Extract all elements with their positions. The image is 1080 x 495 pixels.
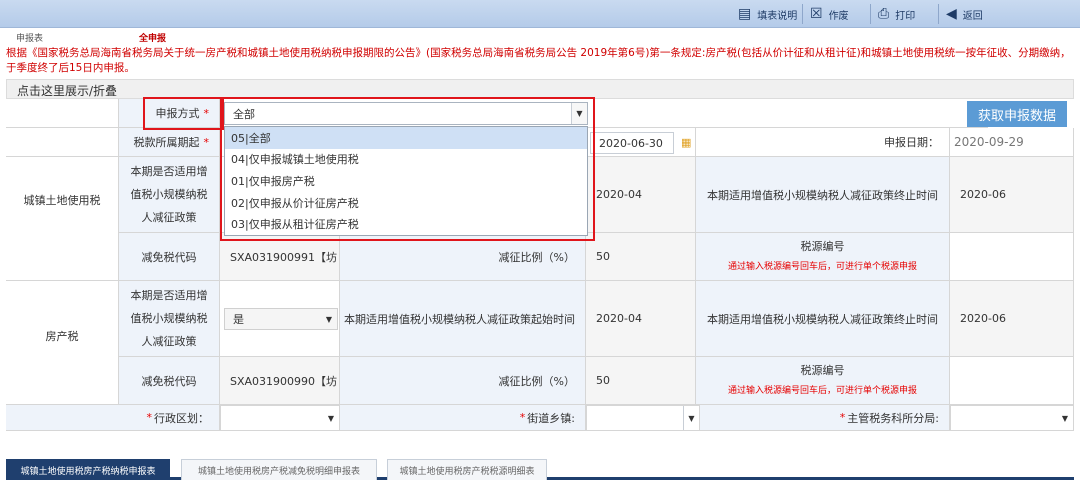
tax-source-hint: 通过输入税源编号回车后，可进行单个税源申报: [727, 261, 917, 272]
house-policy-start-value: 2020-04: [586, 281, 696, 357]
tax-office-select[interactable]: ▼: [950, 405, 1074, 431]
back-button[interactable]: ◀ 返回: [946, 4, 983, 24]
fetch-declaration-data-button[interactable]: 获取申报数据: [967, 101, 1067, 127]
small-scale-value: 是: [233, 313, 244, 326]
land-tax-source-input[interactable]: [950, 233, 1074, 281]
print-label: 打印: [895, 10, 916, 22]
house-tax-source-label-cell: 税源编号 通过输入税源编号回车后，可进行单个税源申报: [696, 357, 950, 405]
chevron-down-icon: ▼: [323, 406, 339, 430]
house-exempt-code-label: 减免税代码: [119, 357, 220, 405]
small-scale-label-line3: 人减征政策: [141, 211, 197, 224]
blank-cell: [6, 128, 119, 157]
land-policy-end-label: 本期适用增值税小规模纳税人减征政策终止时间: [696, 157, 950, 233]
expand-collapse-toggle[interactable]: 点击这里展示/折叠: [6, 79, 1074, 99]
period-label: 税款所属期起: [133, 136, 200, 149]
house-small-scale-select[interactable]: 是 ▼: [224, 308, 338, 330]
period-end-date-input[interactable]: 2020-06-30: [590, 132, 674, 154]
house-reduce-ratio-value: 50: [586, 357, 696, 405]
chevron-down-icon: ▼: [683, 406, 699, 430]
house-policy-start-label: 本期适用增值税小规模纳税人减征政策起始时间: [340, 281, 586, 357]
declare-date-label: 申报日期：: [884, 136, 939, 149]
chevron-down-icon: ▼: [1057, 406, 1073, 430]
back-arrow-icon: ◀: [946, 6, 957, 22]
instructions-button[interactable]: ▤ 填表说明: [738, 4, 797, 24]
bottom-tab-bar: 城镇土地使用税房产税纳税申报表 城镇土地使用税房产税减免税明细申报表 城镇土地使…: [6, 456, 1074, 480]
blank-cell: [6, 99, 119, 128]
tax-office-label: 主管税务科所分局:: [847, 411, 939, 425]
required-mark: *: [839, 411, 846, 424]
tab-exemption-detail[interactable]: 城镇土地使用税房产税减免税明细申报表: [181, 459, 377, 480]
tax-source-label: 税源编号: [800, 363, 845, 377]
small-scale-label-line2: 值税小规模纳税: [130, 312, 208, 325]
toolbar-divider: [870, 4, 871, 24]
report-tab[interactable]: 申报表: [16, 31, 43, 44]
house-exempt-code-value[interactable]: SXA031900990【坊: [220, 357, 340, 405]
tab-tax-return[interactable]: 城镇土地使用税房产税纳税申报表: [6, 459, 170, 480]
calendar-icon[interactable]: ▦: [681, 136, 691, 149]
house-policy-end-label: 本期适用增值税小规模纳税人减征政策终止时间: [696, 281, 950, 357]
dropdown-option[interactable]: 04|仅申报城镇土地使用税: [225, 149, 587, 171]
land-exempt-code-label: 减免税代码: [119, 233, 220, 281]
print-button[interactable]: ⎙ 打印: [878, 4, 915, 24]
house-reduce-ratio-label: 减征比例（%）: [340, 357, 586, 405]
small-scale-label-line3: 人减征政策: [141, 335, 197, 348]
declare-method-select[interactable]: 全部 ▼: [224, 102, 588, 125]
policy-notice: 根据《国家税务总局海南省税务局关于统一房产税和城镇土地使用税纳税申报期限的公告》…: [6, 47, 1071, 74]
print-icon: ⎙: [878, 6, 890, 22]
land-tax-label: 城镇土地使用税: [6, 157, 119, 281]
region-label-cell: * 行政区划：: [6, 405, 220, 431]
tax-source-hint: 通过输入税源编号回车后，可进行单个税源申报: [727, 385, 917, 396]
required-mark: *: [519, 411, 526, 424]
house-tax-source-input[interactable]: [950, 357, 1074, 405]
dropdown-option[interactable]: 05|全部: [225, 127, 587, 149]
small-scale-label-line1: 本期是否适用增: [130, 289, 208, 302]
back-label: 返回: [962, 10, 983, 22]
all-report-tab[interactable]: 全申报: [139, 31, 166, 44]
land-small-scale-label: 本期是否适用增 值税小规模纳税 人减征政策: [119, 157, 220, 233]
land-policy-start-value: 2020-04: [586, 157, 696, 233]
void-button[interactable]: ☒ 作废: [810, 4, 849, 24]
street-label: 街道乡镇:: [527, 411, 575, 425]
period-label-cell: 税款所属期起 *: [119, 128, 220, 157]
declare-date-value: 2020-09-29: [950, 128, 1074, 157]
report-tab-row: 申报表 全申报: [0, 29, 1080, 44]
void-icon: ☒: [810, 6, 823, 22]
land-reduce-ratio-value: 50: [586, 233, 696, 281]
small-scale-label-line2: 值税小规模纳税: [130, 188, 208, 201]
house-policy-end-value: 2020-06: [950, 281, 1074, 357]
dropdown-option[interactable]: 03|仅申报从租计征房产税: [225, 213, 587, 235]
top-toolbar: ▤ 填表说明 ☒ 作废 ⎙ 打印 ◀ 返回: [0, 0, 1080, 28]
house-small-scale-label: 本期是否适用增 值税小规模纳税 人减征政策: [119, 281, 220, 357]
street-select[interactable]: ▼: [586, 405, 700, 431]
toolbar-divider: [938, 4, 939, 24]
region-select[interactable]: ▼: [220, 405, 340, 431]
toolbar-divider: [802, 4, 803, 24]
tax-office-label-cell: * 主管税务科所分局:: [700, 405, 950, 431]
land-tax-source-label-cell: 税源编号 通过输入税源编号回车后，可进行单个税源申报: [696, 233, 950, 281]
tax-source-label: 税源编号: [800, 239, 845, 253]
land-policy-end-value: 2020-06: [950, 157, 1074, 233]
declaration-form: 申报方式 * 获取申报数据 税款所属期起 * 2020-06-30 ▦ 申报日期： …: [6, 97, 1074, 431]
region-label: 行政区划：: [154, 411, 209, 425]
tab-tax-source-detail[interactable]: 城镇土地使用税房产税税源明细表: [387, 459, 547, 480]
document-icon: ▤: [738, 6, 752, 22]
house-tax-label: 房产税: [6, 281, 119, 405]
declare-method-value: 全部: [233, 107, 255, 121]
declare-method-dropdown: 05|全部 04|仅申报城镇土地使用税 01|仅申报房产税 02|仅申报从价计征…: [224, 126, 588, 236]
declare-date-label-cell: 申报日期：: [696, 128, 950, 157]
small-scale-label-line1: 本期是否适用增: [130, 165, 208, 178]
required-mark: *: [146, 411, 153, 424]
chevron-down-icon: ▼: [571, 103, 587, 124]
required-mark: *: [203, 135, 210, 149]
dropdown-option[interactable]: 01|仅申报房产税: [225, 170, 587, 192]
instructions-label: 填表说明: [757, 10, 798, 22]
label-highlight-box: [143, 97, 224, 130]
street-label-cell: * 街道乡镇:: [340, 405, 586, 431]
chevron-down-icon: ▼: [321, 309, 337, 329]
dropdown-option[interactable]: 02|仅申报从价计征房产税: [225, 192, 587, 214]
void-label: 作废: [828, 10, 849, 22]
